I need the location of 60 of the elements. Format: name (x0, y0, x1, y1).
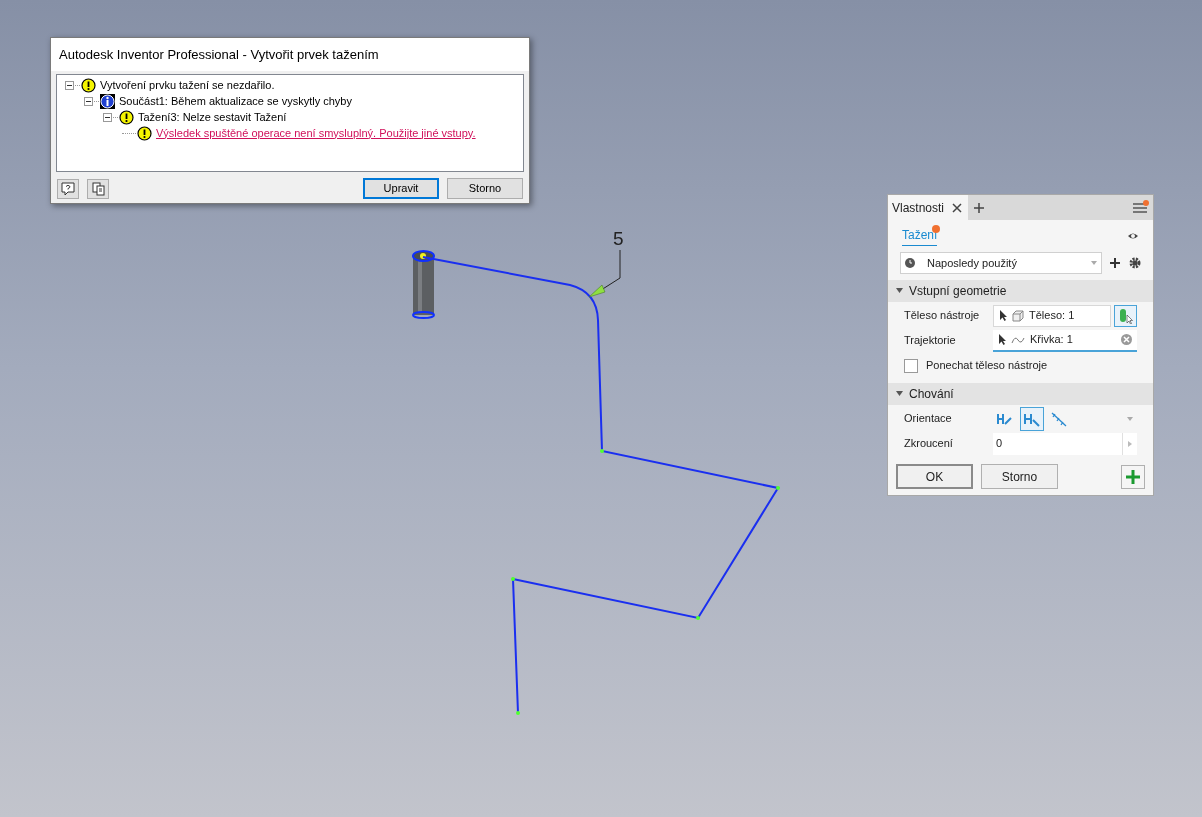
dimension-label: 5 (613, 229, 624, 248)
collapse-icon (896, 287, 903, 295)
add-icon (1126, 469, 1140, 484)
leader-line (588, 249, 621, 298)
field-label: Trajektorie (904, 333, 957, 349)
guide-orientation-icon (1050, 410, 1068, 427)
dialog-button[interactable]: Storno (447, 178, 523, 199)
cylinder-drawing (412, 250, 435, 319)
cylinder-cursor-icon (1118, 307, 1133, 324)
copy-button[interactable] (87, 178, 109, 199)
menu-icon (1132, 200, 1149, 215)
field-label: Těleso nástroje (904, 308, 981, 324)
selection-field[interactable]: Těleso: 1 (993, 304, 1111, 327)
info-icon (100, 93, 115, 109)
curve-icon (1011, 334, 1025, 345)
body-select-button[interactable] (1114, 304, 1137, 327)
section-header[interactable]: Chování (888, 383, 1153, 405)
panel-tab[interactable]: Vlastnosti (888, 195, 969, 220)
selection-field[interactable]: Křivka: 1 (993, 329, 1137, 352)
pointer-icon (999, 310, 1007, 321)
orientation-button[interactable] (1020, 406, 1044, 431)
checkbox[interactable] (904, 358, 918, 373)
pointer-icon (998, 334, 1006, 345)
field-label: Zkroucení (904, 436, 954, 452)
collapse-icon[interactable] (65, 80, 74, 90)
error-link[interactable]: Výsledek spuštěné operace není smysluplný. Použijte jiné vstupy. (156, 124, 476, 142)
clear-icon (1121, 334, 1132, 345)
add-icon (1110, 257, 1121, 269)
warning-icon (137, 125, 152, 141)
collapse-icon[interactable] (103, 112, 112, 122)
number-field[interactable]: 0 (993, 432, 1137, 455)
caret-icon (1091, 261, 1097, 265)
dialog-button[interactable]: Upravit (363, 178, 439, 199)
copy-icon (91, 181, 105, 196)
warning-icon (81, 77, 96, 93)
collapse-icon (896, 390, 903, 398)
tree-item[interactable]: Součást1: Během aktualizace se vyskytly chyby (119, 92, 352, 110)
dialog-title: Autodesk Inventor Professional - Vytvořit prvek tažením (59, 45, 379, 64)
spin-arrow-icon (1128, 440, 1132, 447)
caret-icon (1127, 416, 1133, 421)
apply-button[interactable] (1121, 464, 1145, 489)
warning-icon (119, 109, 134, 125)
checkbox-label: Ponechat těleso nástroje (926, 358, 1048, 374)
section-header[interactable]: Vstupní geometrie (888, 280, 1153, 302)
field-label: Orientace (904, 411, 953, 427)
help-icon (61, 181, 75, 196)
preset-dropdown[interactable]: Naposledy použitý (900, 252, 1102, 274)
settings-icon (1129, 257, 1141, 269)
clock-icon (905, 258, 915, 268)
help-button[interactable] (57, 178, 79, 199)
cube-icon (1012, 309, 1024, 322)
panel-button[interactable]: Storno (981, 464, 1058, 489)
panel-button[interactable]: OK (896, 464, 973, 489)
collapse-icon[interactable] (84, 96, 93, 106)
feature-tab[interactable]: Tažení (902, 226, 938, 246)
tree-item[interactable]: Vytvoření prvku tažení se nezdařilo. (100, 76, 275, 94)
tree-item[interactable]: Tažení3: Nelze sestavit Tažení (138, 108, 287, 126)
add-icon (974, 202, 985, 213)
eye-icon (1127, 231, 1139, 241)
close-icon (952, 202, 963, 213)
